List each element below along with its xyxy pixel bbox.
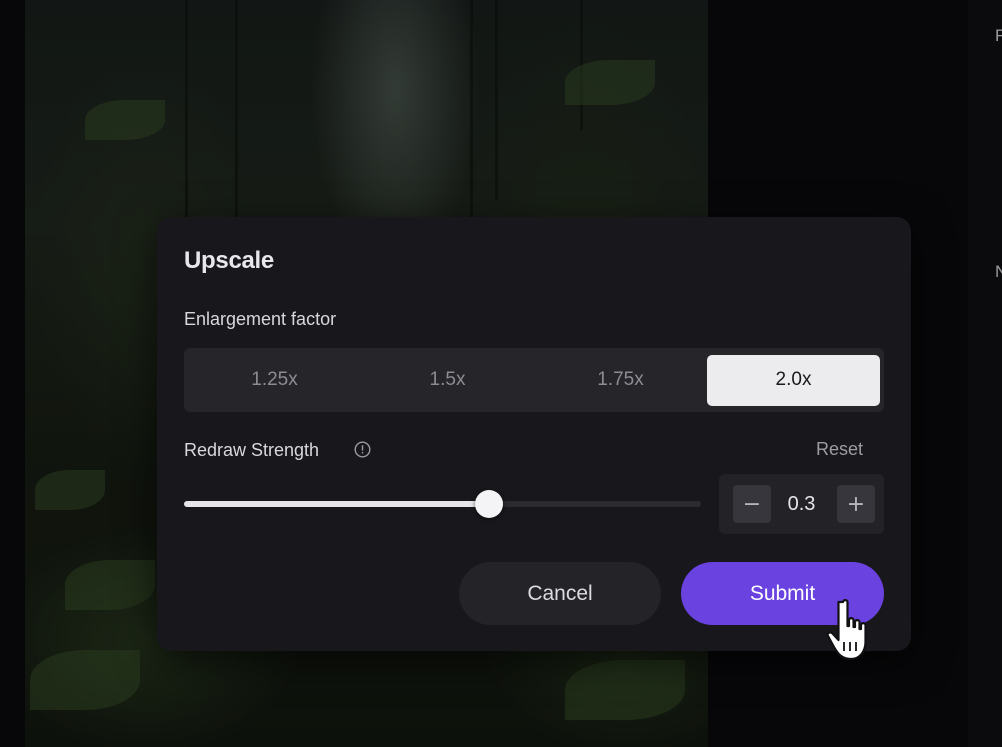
redraw-strength-slider-fill — [184, 501, 490, 507]
enlargement-factor-label: Enlargement factor — [184, 309, 337, 329]
redraw-strength-slider-thumb[interactable] — [475, 490, 504, 518]
dialog-title: Upscale — [184, 247, 274, 274]
redraw-strength-slider-track[interactable] — [184, 501, 701, 507]
screen: F N Upscale Enlargement factor 1.25x 1.5… — [0, 0, 1002, 747]
reset-button[interactable]: Reset — [816, 439, 863, 460]
minus-icon[interactable]: − — [733, 485, 771, 523]
cancel-button[interactable]: Cancel — [459, 562, 661, 625]
factor-option-1-25x[interactable]: 1.25x — [188, 355, 361, 406]
enlargement-factor-segmented-control: 1.25x 1.5x 1.75x 2.0x — [184, 348, 884, 412]
factor-option-2-0x[interactable]: 2.0x — [707, 354, 880, 406]
info-icon[interactable] — [354, 441, 371, 458]
right-panel: F N — [968, 0, 1002, 747]
right-panel-letter: F — [995, 26, 1002, 45]
factor-option-1-75x[interactable]: 1.75x — [534, 355, 707, 406]
upscale-dialog: Upscale Enlargement factor 1.25x 1.5x 1.… — [157, 217, 911, 651]
factor-option-1-5x[interactable]: 1.5x — [361, 355, 534, 406]
redraw-strength-value[interactable]: 0.3 — [773, 474, 830, 534]
redraw-strength-stepper: − 0.3 + — [719, 474, 884, 534]
hand-pointer-cursor-icon — [826, 599, 867, 661]
right-panel-letter: N — [995, 262, 1002, 281]
plus-icon[interactable]: + — [837, 485, 875, 523]
redraw-strength-label: Redraw Strength — [184, 440, 320, 460]
